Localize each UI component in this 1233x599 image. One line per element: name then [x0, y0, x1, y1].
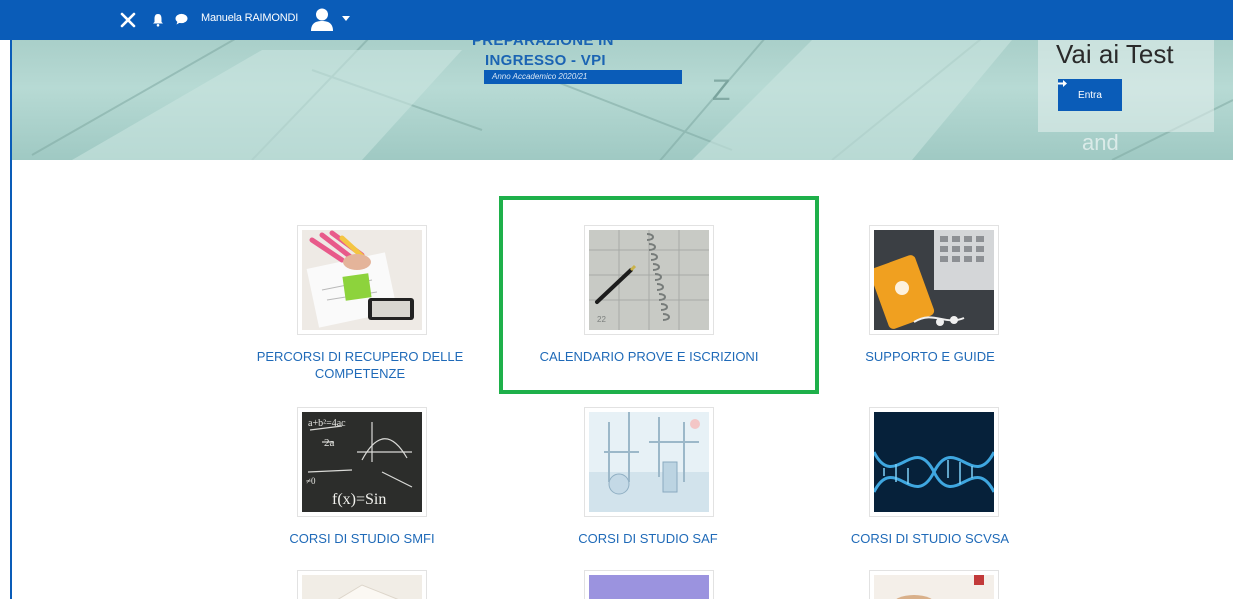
svg-text:a+b²=4ac: a+b²=4ac: [308, 418, 346, 429]
user-name[interactable]: Manuela RAIMONDI: [201, 12, 298, 24]
tile-label[interactable]: SUPPORTO E GUIDE: [830, 348, 1030, 365]
tile-label[interactable]: CORSI DI STUDIO SMFI: [262, 530, 462, 547]
book-pages-image[interactable]: [297, 570, 427, 599]
highlight-box: [499, 196, 819, 394]
hero-banner: Z and PREPARAZIONE IN INGRESSO - VPI Ann…: [12, 40, 1233, 160]
laboratory-image[interactable]: [584, 407, 714, 517]
bell-icon[interactable]: [152, 13, 164, 27]
top-navbar: Manuela RAIMONDI: [0, 0, 1233, 40]
test-title: Vai ai Test: [1056, 40, 1174, 69]
svg-text:Z: Z: [712, 74, 730, 107]
tile-label[interactable]: PERCORSI DI RECUPERO DELLE COMPETENZE: [232, 348, 488, 382]
svg-text:≠0: ≠0: [306, 476, 316, 486]
arrow-right-icon: [1058, 80, 1067, 87]
caret-down-icon[interactable]: [342, 16, 350, 21]
enter-button[interactable]: Entra: [1058, 79, 1122, 111]
close-icon[interactable]: [118, 10, 138, 30]
banner-title: INGRESSO - VPI: [485, 52, 606, 69]
page: Manuela RAIMONDI Z and PREPARAZIONE IN I…: [0, 0, 1233, 599]
purple-fabric-image[interactable]: [584, 570, 714, 599]
chat-icon[interactable]: [175, 13, 188, 25]
banner-subtitle: Anno Accademico 2020/21: [484, 70, 682, 84]
enter-label: Entra: [1078, 89, 1102, 101]
svg-text:2a: 2a: [324, 437, 335, 449]
student-writing-image[interactable]: [297, 225, 427, 335]
tile-label[interactable]: CORSI DI STUDIO SCVSA: [830, 530, 1030, 547]
user-avatar-icon[interactable]: [309, 6, 335, 32]
svg-text:and: and: [1082, 130, 1119, 155]
phone-keyboard-image[interactable]: [869, 225, 999, 335]
blackboard-math-image[interactable]: a+b²=4ac 2a ≠0 f(x)=Sin: [297, 407, 427, 517]
dna-helix-image[interactable]: [869, 407, 999, 517]
banner-title-top: PREPARAZIONE IN: [472, 40, 614, 49]
svg-text:f(x)=Sin: f(x)=Sin: [332, 491, 386, 508]
hands-image[interactable]: [869, 570, 999, 599]
tile-label[interactable]: CORSI DI STUDIO SAF: [548, 530, 748, 547]
